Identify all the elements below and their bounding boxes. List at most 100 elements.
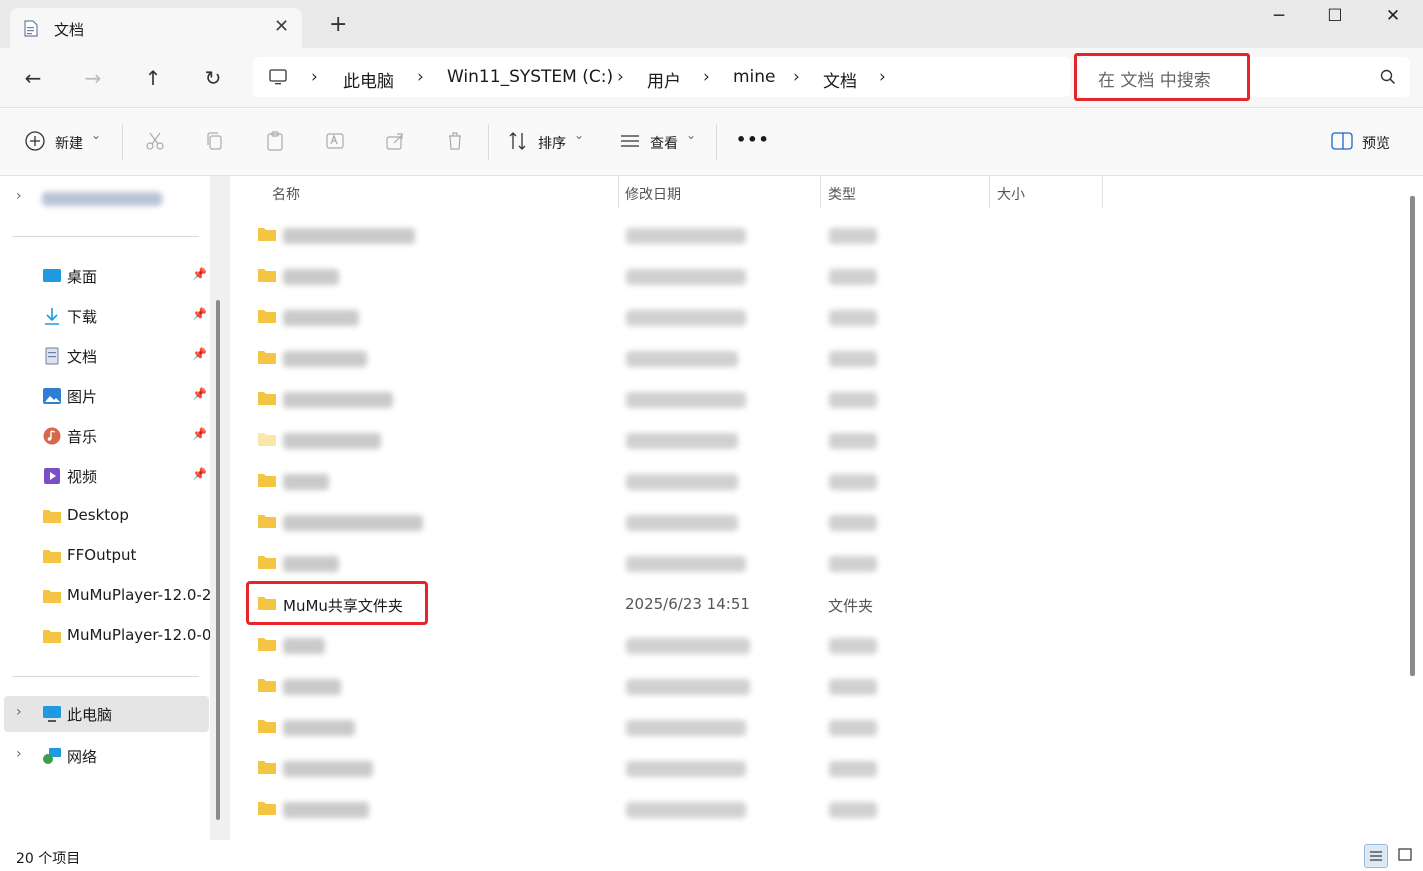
table-row-mumu-shared-folder[interactable]: MuMu共享文件夹 2025/6/23 14:51 文件夹 <box>231 581 1411 626</box>
pin-icon[interactable]: 📌 <box>192 467 207 481</box>
table-row[interactable] <box>231 544 1411 585</box>
expand-chevron-icon[interactable]: › <box>16 188 22 204</box>
table-row[interactable] <box>231 216 1411 257</box>
pin-icon[interactable]: 📌 <box>192 427 207 441</box>
sidebar-item-label: 视频 <box>67 468 98 486</box>
column-divider[interactable] <box>820 176 821 208</box>
new-icon[interactable] <box>24 130 46 152</box>
breadcrumb-this-pc[interactable]: 此电脑 <box>343 67 394 92</box>
large-icons-view-button[interactable] <box>1394 844 1418 868</box>
pane-splitter[interactable] <box>210 176 230 840</box>
new-tab-button[interactable]: + <box>329 14 347 36</box>
table-row[interactable] <box>231 667 1411 708</box>
preview-pane-icon[interactable] <box>1331 132 1353 150</box>
sidebar-item-this-pc[interactable]: › 此电脑 <box>4 696 209 732</box>
tab-documents[interactable]: 文档 ✕ <box>10 8 302 48</box>
table-row[interactable] <box>231 339 1411 380</box>
sort-icon[interactable] <box>507 130 529 152</box>
breadcrumb-separator[interactable]: › <box>879 67 886 87</box>
minimize-button[interactable]: ─ <box>1264 6 1294 28</box>
refresh-button[interactable]: ↻ <box>199 64 227 92</box>
sidebar-item-label: 图片 <box>67 388 98 406</box>
share-icon[interactable] <box>384 130 406 152</box>
sidebar-item-music[interactable]: 音乐 📌 <box>0 418 212 454</box>
sort-dropdown-chevron-icon[interactable]: ⌄ <box>574 128 584 142</box>
folder-icon <box>258 638 276 651</box>
folder-icon <box>258 556 276 569</box>
expand-chevron-icon[interactable]: › <box>16 704 22 720</box>
table-row[interactable] <box>231 708 1411 749</box>
sidebar-item-mumuplayer-1[interactable]: MuMuPlayer-12.0-2 <box>0 578 212 614</box>
view-icon[interactable] <box>619 130 641 152</box>
new-dropdown-chevron-icon[interactable]: ⌄ <box>91 128 101 142</box>
redacted-date <box>626 433 738 449</box>
address-breadcrumb[interactable]: › 此电脑 › Win11_SYSTEM (C:) › 用户 › mine › … <box>253 57 1070 97</box>
table-row[interactable] <box>231 790 1411 831</box>
paste-icon[interactable] <box>264 130 286 152</box>
sidebar-item-documents[interactable]: 文档 📌 <box>0 338 212 374</box>
tab-close-button[interactable]: ✕ <box>274 16 289 37</box>
sidebar-item-mumuplayer-2[interactable]: MuMuPlayer-12.0-0 <box>0 618 212 654</box>
sidebar-item-desktop[interactable]: 桌面 📌 <box>0 258 212 294</box>
back-button[interactable]: ← <box>19 64 47 92</box>
copy-icon[interactable] <box>204 130 226 152</box>
sidebar-item-network[interactable]: › 网络 <box>0 738 212 774</box>
up-button[interactable]: ↑ <box>139 64 167 92</box>
table-row[interactable] <box>231 380 1411 421</box>
table-row[interactable] <box>231 298 1411 339</box>
maximize-button[interactable]: ☐ <box>1320 6 1350 28</box>
pin-icon[interactable]: 📌 <box>192 267 207 281</box>
breadcrumb-users[interactable]: 用户 <box>647 67 681 92</box>
preview-button[interactable]: 预览 <box>1362 133 1390 153</box>
sidebar-item-pictures[interactable]: 图片 📌 <box>0 378 212 414</box>
table-row[interactable] <box>231 421 1411 462</box>
sidebar-item-onedrive[interactable]: › <box>0 180 212 216</box>
column-divider[interactable] <box>989 176 990 208</box>
details-view-button[interactable] <box>1364 844 1388 868</box>
sidebar-divider <box>12 676 199 677</box>
pin-icon[interactable]: 📌 <box>192 347 207 361</box>
table-row[interactable] <box>231 503 1411 544</box>
sidebar-item-desktop-folder[interactable]: Desktop <box>0 498 212 534</box>
view-dropdown-chevron-icon[interactable]: ⌄ <box>686 128 696 142</box>
close-window-button[interactable]: ✕ <box>1378 6 1408 28</box>
breadcrumb-separator[interactable]: › <box>417 67 424 87</box>
table-row[interactable] <box>231 749 1411 790</box>
breadcrumb-documents[interactable]: 文档 <box>823 67 857 92</box>
column-header-size[interactable]: 大小 <box>997 184 1025 204</box>
column-divider[interactable] <box>618 176 619 208</box>
sort-button[interactable]: 排序 <box>538 133 566 153</box>
breadcrumb-drive[interactable]: Win11_SYSTEM (C:) <box>447 67 613 87</box>
more-options-button[interactable]: ••• <box>736 130 770 149</box>
breadcrumb-mine[interactable]: mine <box>733 67 776 87</box>
sidebar-scrollbar[interactable] <box>216 300 220 820</box>
sidebar-item-ffoutput[interactable]: FFOutput <box>0 538 212 574</box>
file-list-scrollbar[interactable] <box>1410 196 1415 676</box>
sidebar-item-videos[interactable]: 视频 📌 <box>0 458 212 494</box>
delete-icon[interactable] <box>444 130 466 152</box>
new-button[interactable]: 新建 <box>55 133 83 153</box>
column-divider[interactable] <box>1102 176 1103 208</box>
breadcrumb-separator[interactable]: › <box>793 67 800 87</box>
view-button[interactable]: 查看 <box>650 133 678 153</box>
pin-icon[interactable]: 📌 <box>192 387 207 401</box>
table-row[interactable] <box>231 462 1411 503</box>
search-icon[interactable] <box>1380 69 1396 85</box>
column-header-type[interactable]: 类型 <box>828 184 856 204</box>
breadcrumb-separator[interactable]: › <box>617 67 624 87</box>
sidebar-item-downloads[interactable]: 下载 📌 <box>0 298 212 334</box>
breadcrumb-separator[interactable]: › <box>703 67 710 87</box>
cut-icon[interactable] <box>144 130 166 152</box>
column-header-modified[interactable]: 修改日期 <box>625 184 681 204</box>
table-row[interactable] <box>231 626 1411 667</box>
pin-icon[interactable]: 📌 <box>192 307 207 321</box>
rename-icon[interactable] <box>324 130 346 152</box>
redacted-date <box>626 556 746 572</box>
table-row[interactable] <box>231 257 1411 298</box>
expand-chevron-icon[interactable]: › <box>16 746 22 762</box>
forward-button[interactable]: → <box>79 64 107 92</box>
breadcrumb-separator[interactable]: › <box>311 67 318 87</box>
column-header-name[interactable]: 名称 <box>272 184 300 204</box>
redacted-date <box>626 802 746 818</box>
redacted-name <box>283 474 329 490</box>
